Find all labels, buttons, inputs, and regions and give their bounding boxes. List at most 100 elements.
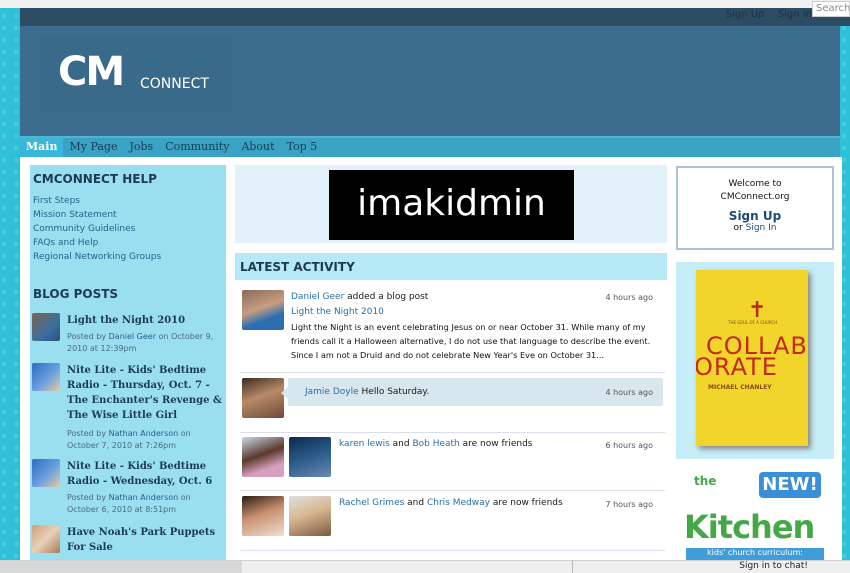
new-badge: NEW! <box>759 472 821 498</box>
divider <box>240 372 665 373</box>
status-text: Jamie Doyle Hello Saturday. <box>305 385 429 399</box>
help-link-guidelines[interactable]: Community Guidelines <box>33 222 161 236</box>
blog-post-meta: Posted by Nathan Anderson on October 7, … <box>67 428 222 452</box>
status-message: Hello Saturday. <box>361 387 430 397</box>
blog-post-title[interactable]: Nite Lite - Kids' Bedtime Radio - Thursd… <box>67 363 223 423</box>
browser-top-strip <box>0 0 850 8</box>
activity-headline: karen lewis and Bob Heath are now friend… <box>339 437 533 451</box>
nav-top-5[interactable]: Top 5 <box>281 138 324 157</box>
kitchen-title: Kitchen <box>684 508 815 546</box>
help-link-regional[interactable]: Regional Networking Groups <box>33 250 161 264</box>
main-nav: Main My Page Jobs Community About Top 5 <box>20 136 840 157</box>
welcome-box: Welcome to CMConnect.org Sign Up or Sign… <box>676 166 834 250</box>
welcome-sign-in-link[interactable]: Sign In <box>746 223 777 233</box>
activity-item: karen lewis and Bob Heath are now friend… <box>240 437 665 481</box>
conjunction: and <box>407 498 425 508</box>
activity-excerpt: Light the Night is an event celebrating … <box>291 322 651 360</box>
blog-post-title[interactable]: Light the Night 2010 <box>67 313 223 328</box>
activity-time: 4 hours ago <box>605 293 653 302</box>
bottom-bar: Sign in to chat! <box>0 560 850 573</box>
help-title: CMCONNECT HELP <box>33 172 157 186</box>
nav-about[interactable]: About <box>235 138 280 157</box>
activity-item: Daniel Geer added a blog post 4 hours ag… <box>240 290 665 370</box>
blog-post: Light the Night 2010 Posted by Daniel Ge… <box>32 313 224 361</box>
activity-post-link[interactable]: Light the Night 2010 <box>291 307 384 317</box>
divider <box>240 432 665 433</box>
chat-sign-in[interactable]: Sign in to chat! <box>572 561 850 573</box>
activity-headline: Rachel Grimes and Chris Medway are now f… <box>339 496 563 510</box>
activity-actor[interactable]: Jamie Doyle <box>305 387 359 397</box>
conjunction: and <box>392 439 410 449</box>
activity-actor[interactable]: karen lewis <box>339 439 390 449</box>
activity-actor[interactable]: Rachel Grimes <box>339 498 404 508</box>
banner-text[interactable]: imakidmin <box>329 170 574 240</box>
nav-main[interactable]: Main <box>20 138 64 157</box>
blog-post-title[interactable]: Have Noah's Park Puppets For Sale <box>67 525 223 555</box>
activity-time: 6 hours ago <box>605 441 653 450</box>
divider <box>240 550 665 551</box>
friend-avatar[interactable] <box>289 496 331 536</box>
welcome-site-name: CMConnect.org <box>720 192 790 202</box>
kitchen-the-text: the <box>694 474 717 488</box>
activity-action: are now friends <box>492 498 563 508</box>
activity-time: 7 hours ago <box>605 500 653 509</box>
book-title-line-2: ORATE <box>696 353 778 381</box>
user-avatar[interactable] <box>242 290 284 330</box>
nav-jobs[interactable]: Jobs <box>123 138 159 157</box>
kitchen-subtitle: kids' church curriculum: <box>686 548 824 560</box>
book-author: MICHAEL CHANLEY <box>708 384 772 391</box>
church-cross-icon: ✝ <box>748 298 767 323</box>
activity-action: are now friends <box>462 439 533 449</box>
account-bar: Sign Up Sign In <box>20 8 850 26</box>
account-links: Sign Up Sign In <box>716 9 812 20</box>
logo-connect-text: CONNECT <box>140 76 209 92</box>
help-link-first-steps[interactable]: First Steps <box>33 194 161 208</box>
blog-post-author[interactable]: Daniel Geer <box>109 332 156 341</box>
nav-my-page[interactable]: My Page <box>63 138 123 157</box>
book-advertisement[interactable]: THE SOUL OF A CHURCH ✝ COLLABC ORATE MIC… <box>676 262 834 459</box>
logo-cm-text: CM <box>58 49 125 95</box>
kitchen-advertisement[interactable]: the NEW! Kitchen kids' church curriculum… <box>676 468 834 560</box>
friend-avatar[interactable] <box>289 437 331 477</box>
blog-post: Nite Lite - Kids' Bedtime Radio - Wednes… <box>32 459 224 515</box>
posted-by-label: Posted by <box>67 429 107 438</box>
group-banner: imakidmin <box>235 165 667 243</box>
welcome-line: Welcome to <box>728 179 782 189</box>
blog-title: BLOG POSTS <box>33 287 119 301</box>
blog-post-author[interactable]: Nathan Anderson <box>109 429 179 438</box>
help-link-faqs[interactable]: FAQs and Help <box>33 236 161 250</box>
blog-post-author[interactable]: Nathan Anderson <box>109 493 179 502</box>
search-input[interactable]: Search <box>812 1 850 17</box>
bottom-bar-left-tab[interactable] <box>0 561 242 573</box>
sign-in-link[interactable]: Sign In <box>778 9 812 20</box>
user-avatar[interactable] <box>242 437 284 477</box>
left-sidebar: CMCONNECT HELP First Steps Mission State… <box>30 165 226 560</box>
activity-action: added a blog post <box>347 292 429 302</box>
user-avatar[interactable] <box>242 496 284 536</box>
help-section: CMCONNECT HELP First Steps Mission State… <box>33 172 161 264</box>
blog-post-title[interactable]: Nite Lite - Kids' Bedtime Radio - Wednes… <box>67 459 223 489</box>
book-cover: THE SOUL OF A CHURCH ✝ COLLABC ORATE MIC… <box>696 270 808 446</box>
blog-post-meta: Posted by Nathan Anderson on October 6, … <box>67 492 222 516</box>
welcome-sign-up-button[interactable]: Sign Up <box>678 209 832 223</box>
activity-actor[interactable]: Daniel Geer <box>291 292 344 302</box>
sign-up-link[interactable]: Sign Up <box>726 9 765 20</box>
divider <box>240 490 665 491</box>
latest-activity-title: LATEST ACTIVITY <box>235 253 667 280</box>
author-avatar[interactable] <box>32 363 60 391</box>
nav-community[interactable]: Community <box>159 138 235 157</box>
help-link-mission[interactable]: Mission Statement <box>33 208 161 222</box>
author-avatar[interactable] <box>32 313 60 341</box>
activity-headline: Daniel Geer added a blog post <box>291 290 428 304</box>
posted-by-label: Posted by <box>67 493 107 502</box>
author-avatar[interactable] <box>32 525 60 553</box>
welcome-sign-in-line: or Sign In <box>678 223 832 233</box>
blog-post-meta: Posted by Daniel Geer on October 9, 2010… <box>67 331 222 355</box>
author-avatar[interactable] <box>32 459 60 487</box>
blog-post: Nite Lite - Kids' Bedtime Radio - Thursd… <box>32 363 224 457</box>
posted-by-label: Posted by <box>67 332 107 341</box>
activity-actor-2[interactable]: Chris Medway <box>427 498 490 508</box>
activity-actor-2[interactable]: Bob Heath <box>412 439 459 449</box>
status-content: Jamie Doyle Hello Saturday. 4 hours ago <box>240 378 665 422</box>
site-logo[interactable]: CM CONNECT <box>40 36 232 112</box>
